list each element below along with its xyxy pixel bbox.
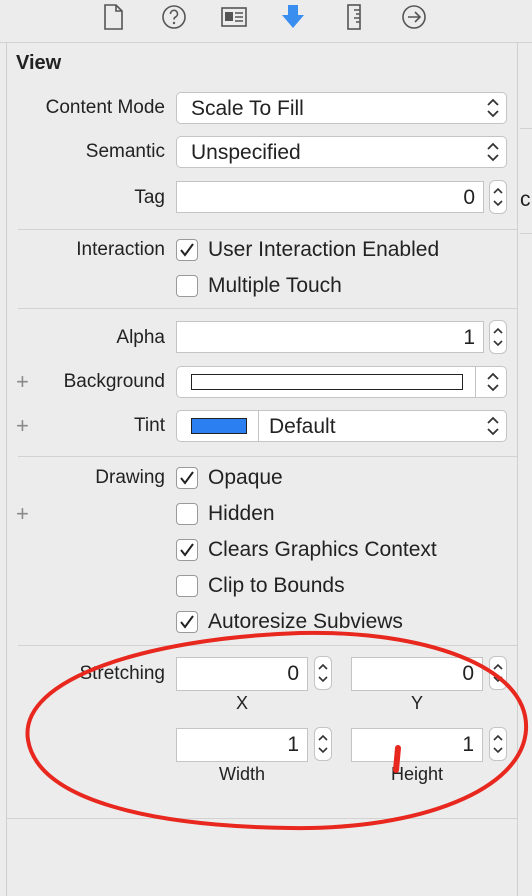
annotation-tick <box>393 745 401 773</box>
annotation-ellipse <box>25 630 529 831</box>
annotation-overlay <box>25 630 529 831</box>
